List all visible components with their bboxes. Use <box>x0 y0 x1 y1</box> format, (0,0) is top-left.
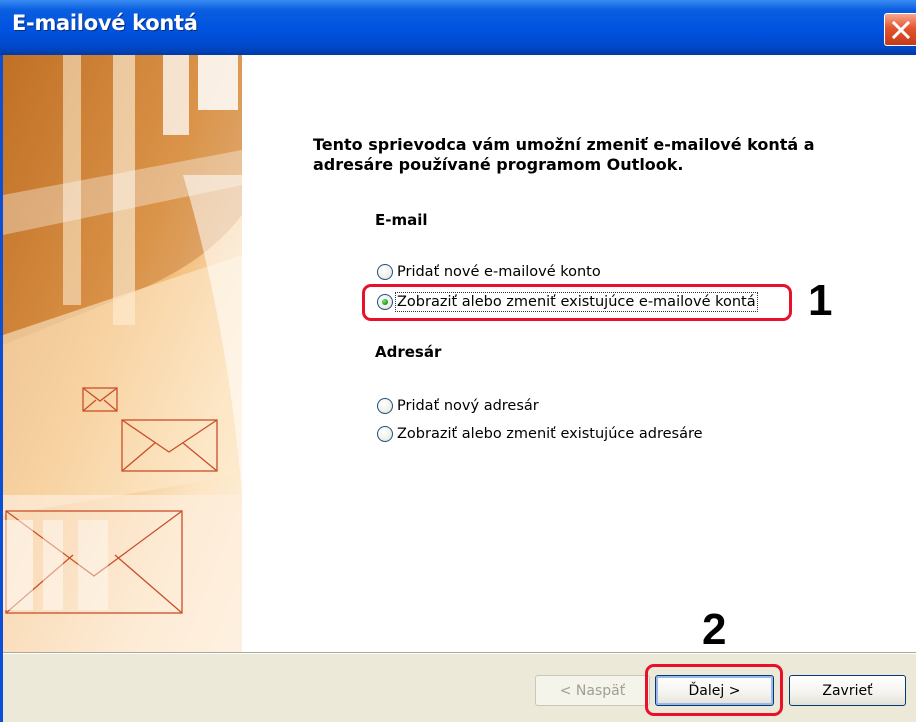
step-callout-1: 1 <box>808 276 833 325</box>
wizard-side-image <box>3 55 242 652</box>
radio-view-addressbooks[interactable]: Zobraziť alebo zmeniť existujúce adresár… <box>377 426 703 442</box>
email-section-label: E-mail <box>375 211 428 229</box>
addressbook-section-label: Adresár <box>375 343 442 361</box>
close-icon[interactable] <box>884 13 916 46</box>
title-bar: E-mailové kontá <box>0 0 916 55</box>
highlight-box-step1 <box>362 284 792 321</box>
radio-label: Pridať nové e-mailové konto <box>397 264 601 280</box>
radio-button[interactable] <box>377 398 393 414</box>
step-callout-2: 2 <box>702 605 727 654</box>
divider <box>3 652 916 654</box>
highlight-box-step2 <box>645 664 783 716</box>
radio-label: Pridať nový adresár <box>397 398 539 414</box>
close-button[interactable]: Zavrieť <box>789 675 906 706</box>
window-title: E-mailové kontá <box>12 11 198 35</box>
back-button[interactable]: < Naspäť <box>535 675 650 706</box>
radio-button[interactable] <box>377 264 393 280</box>
radio-button[interactable] <box>377 426 393 442</box>
radio-add-addressbook[interactable]: Pridať nový adresár <box>377 398 539 414</box>
radio-add-email-account[interactable]: Pridať nové e-mailové konto <box>377 264 601 280</box>
intro-text: Tento sprievodca vám umožní zmeniť e-mai… <box>313 135 815 174</box>
radio-label: Zobraziť alebo zmeniť existujúce adresár… <box>397 426 703 442</box>
